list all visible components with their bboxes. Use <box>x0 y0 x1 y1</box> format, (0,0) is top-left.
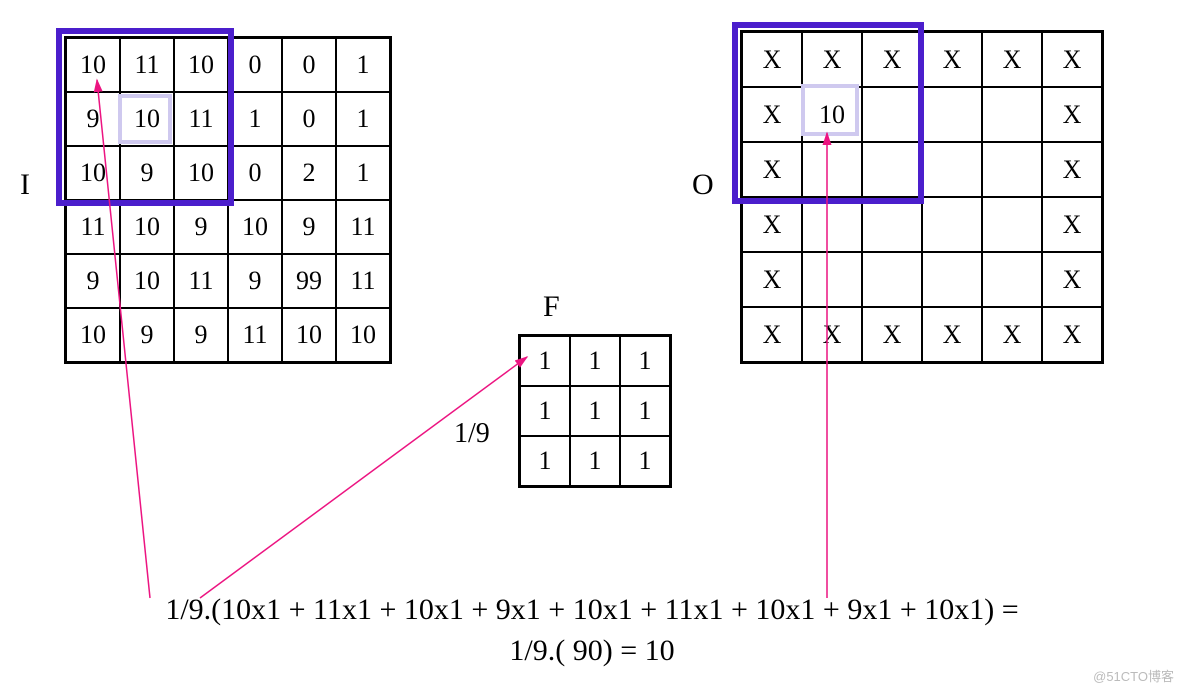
matrix-F-cell: 1 <box>620 336 671 387</box>
matrix-I-cell: 10 <box>66 146 121 200</box>
matrix-I-cell: 1 <box>336 38 391 93</box>
matrix-O-cell: X <box>742 307 803 363</box>
matrix-O-cell: X <box>862 32 922 88</box>
matrix-I-cell: 1 <box>228 92 282 146</box>
matrix-O-cell: X <box>982 307 1042 363</box>
matrix-I-cell: 10 <box>174 38 228 93</box>
equation-line2: 1/9.( 90) = 10 <box>0 631 1184 672</box>
matrix-O-cell: X <box>982 32 1042 88</box>
watermark: @51CTO博客 <box>1093 666 1174 685</box>
matrix-I-cell: 10 <box>66 308 121 363</box>
matrix-O-cell: X <box>1042 142 1103 197</box>
matrix-I-cell: 11 <box>174 254 228 308</box>
matrix-I-cell: 11 <box>228 308 282 363</box>
matrix-I-cell: 11 <box>120 38 174 93</box>
equation: 1/9.(10x1 + 11x1 + 10x1 + 9x1 + 10x1 + 1… <box>0 590 1184 671</box>
matrix-I-cell: 10 <box>120 200 174 254</box>
matrix-O-cell: X <box>742 142 803 197</box>
matrix-F-cell: 1 <box>520 386 571 436</box>
matrix-F-cell: 1 <box>520 336 571 387</box>
matrix-I-cell: 1 <box>336 92 391 146</box>
matrix-O-cell: X <box>1042 252 1103 307</box>
matrix-O-cell: X <box>742 87 803 142</box>
matrix-I-cell: 0 <box>282 38 336 93</box>
matrix-I: 1011100019101110110910021111091091191011… <box>64 36 392 364</box>
matrix-I-cell: 9 <box>282 200 336 254</box>
matrix-I-cell: 11 <box>174 92 228 146</box>
matrix-O-cell: X <box>742 252 803 307</box>
matrix-I-cell: 9 <box>120 308 174 363</box>
matrix-O-cell: X <box>862 307 922 363</box>
label-O: O <box>692 168 714 202</box>
matrix-O-cell: X <box>742 197 803 252</box>
matrix-F-cell: 1 <box>620 436 671 487</box>
matrix-F-cell: 1 <box>570 436 620 487</box>
matrix-I-cell: 11 <box>336 200 391 254</box>
label-coef: 1/9 <box>454 418 490 450</box>
matrix-O-cell <box>922 87 982 142</box>
matrix-O-cell: X <box>1042 87 1103 142</box>
matrix-I-cell: 11 <box>66 200 121 254</box>
matrix-I-cell: 10 <box>66 38 121 93</box>
matrix-I-cell: 11 <box>336 254 391 308</box>
matrix-I-cell: 10 <box>282 308 336 363</box>
matrix-O-cell <box>982 87 1042 142</box>
matrix-I-cell: 1 <box>336 146 391 200</box>
matrix-I-cell: 0 <box>282 92 336 146</box>
matrix-O-cell: X <box>1042 32 1103 88</box>
matrix-I-cell: 10 <box>120 92 174 146</box>
matrix-O-cell <box>922 252 982 307</box>
matrix-I-cell: 2 <box>282 146 336 200</box>
matrix-O-cell: 10 <box>802 87 862 142</box>
matrix-O-cell <box>922 142 982 197</box>
matrix-F-cell: 1 <box>570 336 620 387</box>
matrix-I-cell: 9 <box>66 254 121 308</box>
label-I: I <box>20 168 30 202</box>
matrix-I-cell: 10 <box>228 200 282 254</box>
matrix-I-cell: 99 <box>282 254 336 308</box>
matrix-O-cell <box>982 142 1042 197</box>
equation-line1: 1/9.(10x1 + 11x1 + 10x1 + 9x1 + 10x1 + 1… <box>0 590 1184 631</box>
matrix-I-cell: 9 <box>174 200 228 254</box>
matrix-I-cell: 0 <box>228 38 282 93</box>
matrix-O-cell <box>802 252 862 307</box>
matrix-I-cell: 10 <box>174 146 228 200</box>
matrix-O-cell: X <box>1042 197 1103 252</box>
matrix-O-cell <box>862 87 922 142</box>
matrix-O-cell: X <box>922 32 982 88</box>
matrix-O-cell: X <box>922 307 982 363</box>
matrix-O-cell <box>802 197 862 252</box>
matrix-O-cell <box>862 142 922 197</box>
matrix-O-cell: X <box>742 32 803 88</box>
matrix-F-cell: 1 <box>520 436 571 487</box>
matrix-I-cell: 10 <box>336 308 391 363</box>
matrix-O-cell <box>862 197 922 252</box>
matrix-O-cell: X <box>802 307 862 363</box>
label-F: F <box>543 290 560 324</box>
matrix-I-cell: 9 <box>66 92 121 146</box>
matrix-I-cell: 9 <box>174 308 228 363</box>
matrix-O-cell <box>982 252 1042 307</box>
matrix-F: 111111111 <box>518 334 672 488</box>
matrix-F-cell: 1 <box>570 386 620 436</box>
matrix-O-cell: X <box>802 32 862 88</box>
matrix-F-cell: 1 <box>620 386 671 436</box>
matrix-I-cell: 0 <box>228 146 282 200</box>
matrix-O-cell <box>862 252 922 307</box>
matrix-O-cell <box>802 142 862 197</box>
matrix-I-cell: 10 <box>120 254 174 308</box>
matrix-O: XXXXXXX10XXXXXXXXXXXXX <box>740 30 1104 364</box>
matrix-I-cell: 9 <box>120 146 174 200</box>
matrix-O-cell <box>982 197 1042 252</box>
matrix-O-cell <box>922 197 982 252</box>
matrix-O-cell: X <box>1042 307 1103 363</box>
matrix-I-cell: 9 <box>228 254 282 308</box>
